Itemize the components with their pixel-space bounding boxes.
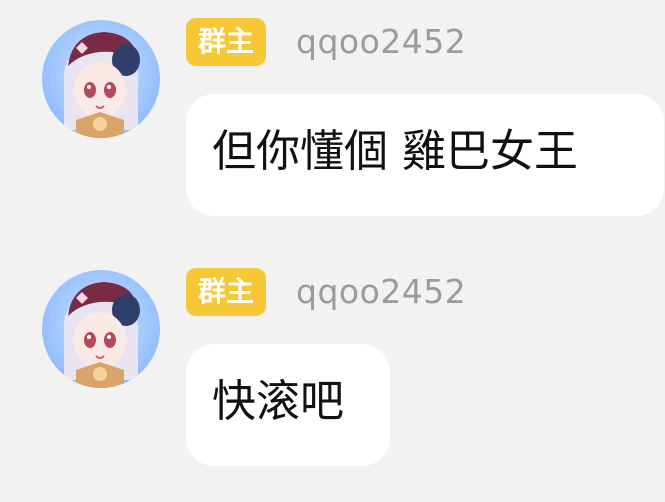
avatar-image: [63, 282, 140, 388]
message-bubble[interactable]: 快滚吧: [186, 344, 390, 466]
avatar-image: [63, 32, 140, 138]
avatar[interactable]: [42, 20, 160, 138]
chat-view: 群主 qqoo2452 但你懂個 雞巴女王 群主 qqoo2452 快滚吧: [0, 0, 665, 502]
username[interactable]: qqoo2452: [296, 18, 466, 66]
avatar[interactable]: [42, 270, 160, 388]
message-bubble[interactable]: 但你懂個 雞巴女王: [186, 94, 664, 216]
role-badge: 群主: [186, 18, 267, 66]
chat-message: 群主 qqoo2452 但你懂個 雞巴女王: [0, 0, 665, 230]
username[interactable]: qqoo2452: [296, 268, 466, 316]
role-badge: 群主: [186, 268, 267, 316]
chat-message: 群主 qqoo2452 快滚吧: [0, 250, 665, 480]
